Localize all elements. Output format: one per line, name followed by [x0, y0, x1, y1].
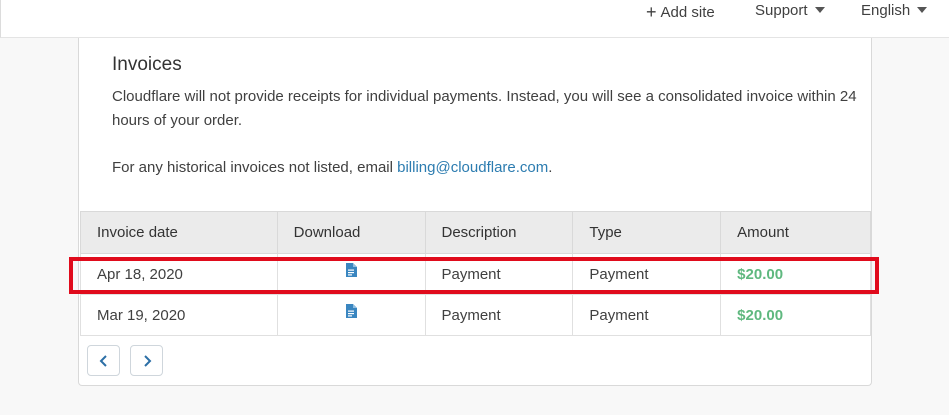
description-cell: Payment	[424, 253, 574, 295]
column-header-invoice-date: Invoice date	[80, 211, 278, 254]
type-cell: Payment	[572, 294, 722, 336]
invoices-description: Cloudflare will not provide receipts for…	[112, 88, 857, 129]
caret-down-icon	[814, 7, 825, 14]
column-header-type: Type	[572, 211, 722, 254]
previous-page-button[interactable]	[87, 345, 120, 376]
column-header-amount: Amount	[720, 211, 871, 254]
add-site-button[interactable]: + Add site	[646, 0, 715, 22]
language-dropdown[interactable]: English	[861, 0, 928, 22]
top-navigation-bar: + Add site Support English	[0, 0, 949, 38]
description-cell: Payment	[424, 294, 574, 336]
plus-icon: +	[646, 2, 657, 22]
support-label: Support	[755, 2, 808, 19]
support-dropdown[interactable]: Support	[755, 0, 825, 22]
next-page-button[interactable]	[130, 345, 163, 376]
invoice-date-cell: Mar 19, 2020	[80, 294, 278, 336]
invoices-table: Invoice date Download Description Type A…	[80, 211, 871, 336]
invoices-card: Invoices Cloudflare will not provide rec…	[78, 38, 872, 386]
chevron-right-icon	[143, 355, 151, 367]
caret-down-icon	[917, 7, 928, 14]
historical-note-suffix: .	[548, 159, 553, 176]
add-site-label: Add site	[660, 4, 715, 21]
chevron-left-icon	[99, 355, 107, 367]
table-header-row: Invoice date Download Description Type A…	[80, 211, 871, 254]
download-cell	[276, 253, 426, 295]
invoices-title: Invoices	[112, 54, 182, 75]
amount-cell: $20.00	[720, 253, 871, 295]
table-row: Mar 19, 2020 Payment Payment $20.00	[80, 294, 871, 336]
document-icon[interactable]	[345, 263, 358, 277]
language-label: English	[861, 2, 911, 19]
download-cell	[276, 294, 426, 336]
column-header-download: Download	[276, 211, 426, 254]
document-icon[interactable]	[345, 304, 358, 318]
historical-invoices-note: For any historical invoices not listed, …	[112, 156, 552, 180]
column-header-description: Description	[424, 211, 574, 254]
invoice-date-cell: Apr 18, 2020	[80, 253, 278, 295]
historical-note-text: For any historical invoices not listed, …	[112, 159, 398, 176]
table-row: Apr 18, 2020 Payment Payment $20.00	[80, 253, 871, 295]
amount-cell: $20.00	[720, 294, 871, 336]
type-cell: Payment	[572, 253, 722, 295]
billing-email-link[interactable]: billing@cloudflare.com	[397, 159, 548, 176]
